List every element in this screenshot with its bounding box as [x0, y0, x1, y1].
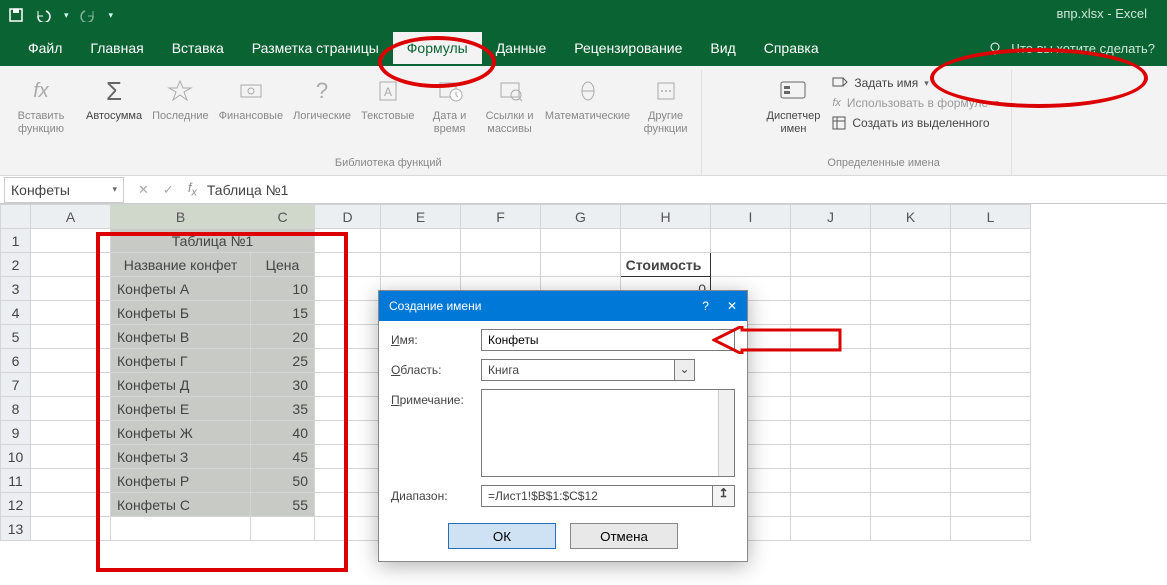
fx-icon: fx — [24, 74, 58, 108]
defined-names-caption: Определенные имена — [827, 154, 939, 173]
star-icon — [163, 74, 197, 108]
insert-function-button[interactable]: fx Вставить функцию — [12, 70, 70, 173]
text-icon: A — [371, 74, 405, 108]
name-manager-icon — [776, 74, 810, 108]
tab-page-layout[interactable]: Разметка страницы — [238, 32, 393, 64]
logical-button[interactable]: ? Логические — [289, 70, 355, 154]
question-icon: ? — [305, 74, 339, 108]
column-headers[interactable]: A B C DEF GHI JKL — [1, 205, 1031, 229]
theta-icon — [571, 74, 605, 108]
money-icon — [234, 74, 268, 108]
tab-review[interactable]: Рецензирование — [560, 32, 696, 64]
function-library-caption: Библиотека функций — [335, 154, 442, 173]
date-time-button[interactable]: Дата и время — [421, 70, 479, 154]
range-picker-icon[interactable]: ↥ — [713, 485, 735, 507]
range-label: Диапазон: — [391, 485, 481, 503]
comment-label: Примечание: — [391, 389, 481, 407]
recently-used-button[interactable]: Последние — [148, 70, 213, 154]
comment-textarea[interactable] — [481, 389, 735, 477]
financial-button[interactable]: Финансовые — [215, 70, 287, 154]
lookup-icon — [493, 74, 527, 108]
formula-bar: Конфеты▾ ✕ ✓ fx Таблица №1 — [0, 176, 1167, 204]
tab-home[interactable]: Главная — [76, 32, 157, 64]
new-name-dialog: Создание имени ? ✕ Имя: Область: Книга⌄ … — [378, 290, 748, 562]
dialog-titlebar[interactable]: Создание имени ? ✕ — [379, 291, 747, 321]
undo-dropdown-icon[interactable]: ▾ — [64, 10, 69, 21]
ribbon: fx Вставить функцию Σ Автосумма Последни… — [0, 66, 1167, 176]
math-button[interactable]: Математические — [541, 70, 635, 154]
fx-icon[interactable]: fx — [188, 180, 197, 199]
fx-small-icon: fx — [832, 97, 841, 109]
window-title: впр.xlsx - Excel — [1056, 6, 1147, 21]
name-label: Имя: — [391, 329, 481, 347]
more-functions-button[interactable]: Другие функции — [637, 70, 695, 154]
sigma-icon: Σ — [97, 74, 131, 108]
lookup-button[interactable]: Ссылки и массивы — [481, 70, 539, 154]
define-name-button[interactable]: Задать имя▾ — [832, 76, 998, 90]
svg-text:A: A — [384, 85, 392, 99]
enter-icon[interactable]: ✓ — [163, 182, 174, 198]
more-icon — [649, 74, 683, 108]
tab-insert[interactable]: Вставка — [158, 32, 238, 64]
table-row[interactable]: 2Название конфетЦенаСтоимость — [1, 253, 1031, 277]
qat-customize-icon[interactable]: ▾ — [109, 10, 114, 21]
formula-input[interactable]: Таблица №1 — [207, 182, 289, 198]
chevron-down-icon[interactable]: ▾ — [112, 184, 117, 195]
close-icon[interactable]: ✕ — [727, 299, 737, 313]
name-input[interactable] — [481, 329, 735, 351]
ok-button[interactable]: ОК — [448, 523, 556, 549]
scope-select[interactable]: Книга⌄ — [481, 359, 695, 381]
save-icon[interactable] — [8, 7, 24, 23]
autosum-button[interactable]: Σ Автосумма — [82, 70, 146, 154]
use-in-formula-button[interactable]: fx Использовать в формуле▾ — [832, 96, 998, 110]
chevron-down-icon[interactable]: ⌄ — [675, 359, 695, 381]
text-button[interactable]: A Текстовые — [357, 70, 419, 154]
cancel-icon[interactable]: ✕ — [138, 182, 149, 198]
tab-help[interactable]: Справка — [750, 32, 833, 64]
tell-me-input[interactable]: Что вы хотите сделать? — [1011, 41, 1155, 56]
table-row[interactable]: 1Таблица №1 — [1, 229, 1031, 253]
tag-icon — [832, 76, 848, 90]
help-icon[interactable]: ? — [702, 299, 709, 313]
create-from-selection-button[interactable]: Создать из выделенного — [832, 116, 998, 130]
undo-icon[interactable] — [34, 8, 54, 22]
tab-data[interactable]: Данные — [482, 32, 561, 64]
clock-icon — [433, 74, 467, 108]
grid-icon — [832, 116, 846, 130]
scrollbar[interactable] — [718, 390, 734, 476]
scope-label: Область: — [391, 359, 481, 377]
ribbon-tabs: Файл Главная Вставка Разметка страницы Ф… — [0, 30, 1167, 66]
tab-view[interactable]: Вид — [696, 32, 749, 64]
name-manager-button[interactable]: Диспетчер имен — [763, 70, 825, 154]
cancel-button[interactable]: Отмена — [570, 523, 678, 549]
range-input[interactable]: =Лист1!$B$1:$C$12 — [481, 485, 713, 507]
tab-file[interactable]: Файл — [14, 32, 76, 64]
name-box[interactable]: Конфеты▾ — [4, 177, 124, 203]
tab-formulas[interactable]: Формулы — [393, 32, 482, 64]
bulb-icon — [987, 40, 1003, 56]
dialog-title: Создание имени — [389, 299, 481, 313]
quick-access-toolbar: ▾ ▾ впр.xlsx - Excel — [0, 0, 1167, 30]
redo-icon[interactable] — [79, 8, 99, 22]
